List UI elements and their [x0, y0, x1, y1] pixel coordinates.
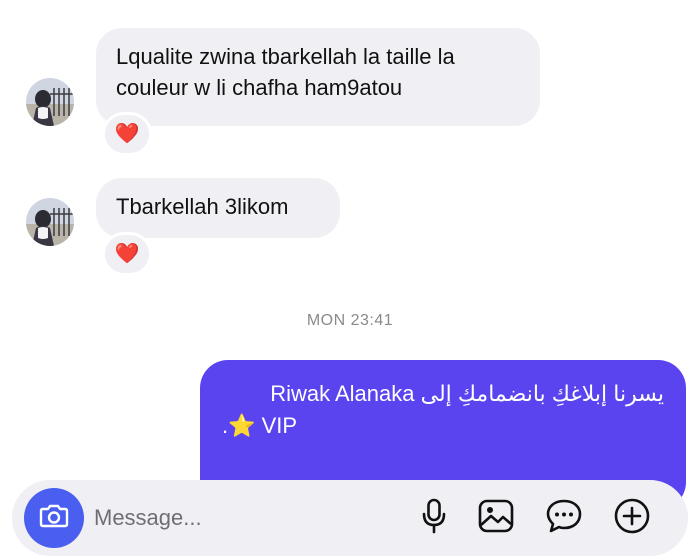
plus-circle-icon: [613, 497, 651, 540]
gallery-button[interactable]: [476, 498, 516, 538]
heart-reaction[interactable]: ❤️: [102, 112, 152, 156]
message-input[interactable]: [94, 500, 394, 536]
more-options-button[interactable]: [612, 498, 652, 538]
message-text-line: .⭐ VIP: [222, 413, 298, 438]
message-text-line: couleur w li chafha ham9atou: [116, 75, 403, 100]
heart-icon: ❤️: [114, 123, 140, 145]
chat-options-button[interactable]: [544, 498, 584, 538]
camera-icon: [39, 503, 69, 534]
voice-message-button[interactable]: [414, 498, 454, 538]
incoming-message-bubble[interactable]: Tbarkellah 3likom: [96, 178, 340, 238]
sender-avatar[interactable]: [26, 198, 74, 246]
microphone-icon: [421, 498, 447, 539]
sender-avatar[interactable]: [26, 78, 74, 126]
message-text-line: يسرنا إبلاغكِ بانضمامكِ إلى Riwak Alanak…: [270, 381, 664, 406]
heart-reaction[interactable]: ❤️: [102, 232, 152, 276]
message-timestamp: MON 23:41: [306, 312, 394, 329]
camera-button[interactable]: [24, 488, 84, 548]
incoming-message-bubble[interactable]: Lqualite zwina tbarkellah la taille la c…: [96, 28, 540, 126]
chat-bubble-icon: [545, 498, 583, 539]
message-text-line: Tbarkellah 3likom: [116, 194, 289, 219]
message-composer: [12, 480, 688, 556]
image-icon: [478, 499, 514, 538]
heart-icon: ❤️: [114, 243, 140, 265]
message-text-line: Lqualite zwina tbarkellah la taille la: [116, 44, 455, 69]
